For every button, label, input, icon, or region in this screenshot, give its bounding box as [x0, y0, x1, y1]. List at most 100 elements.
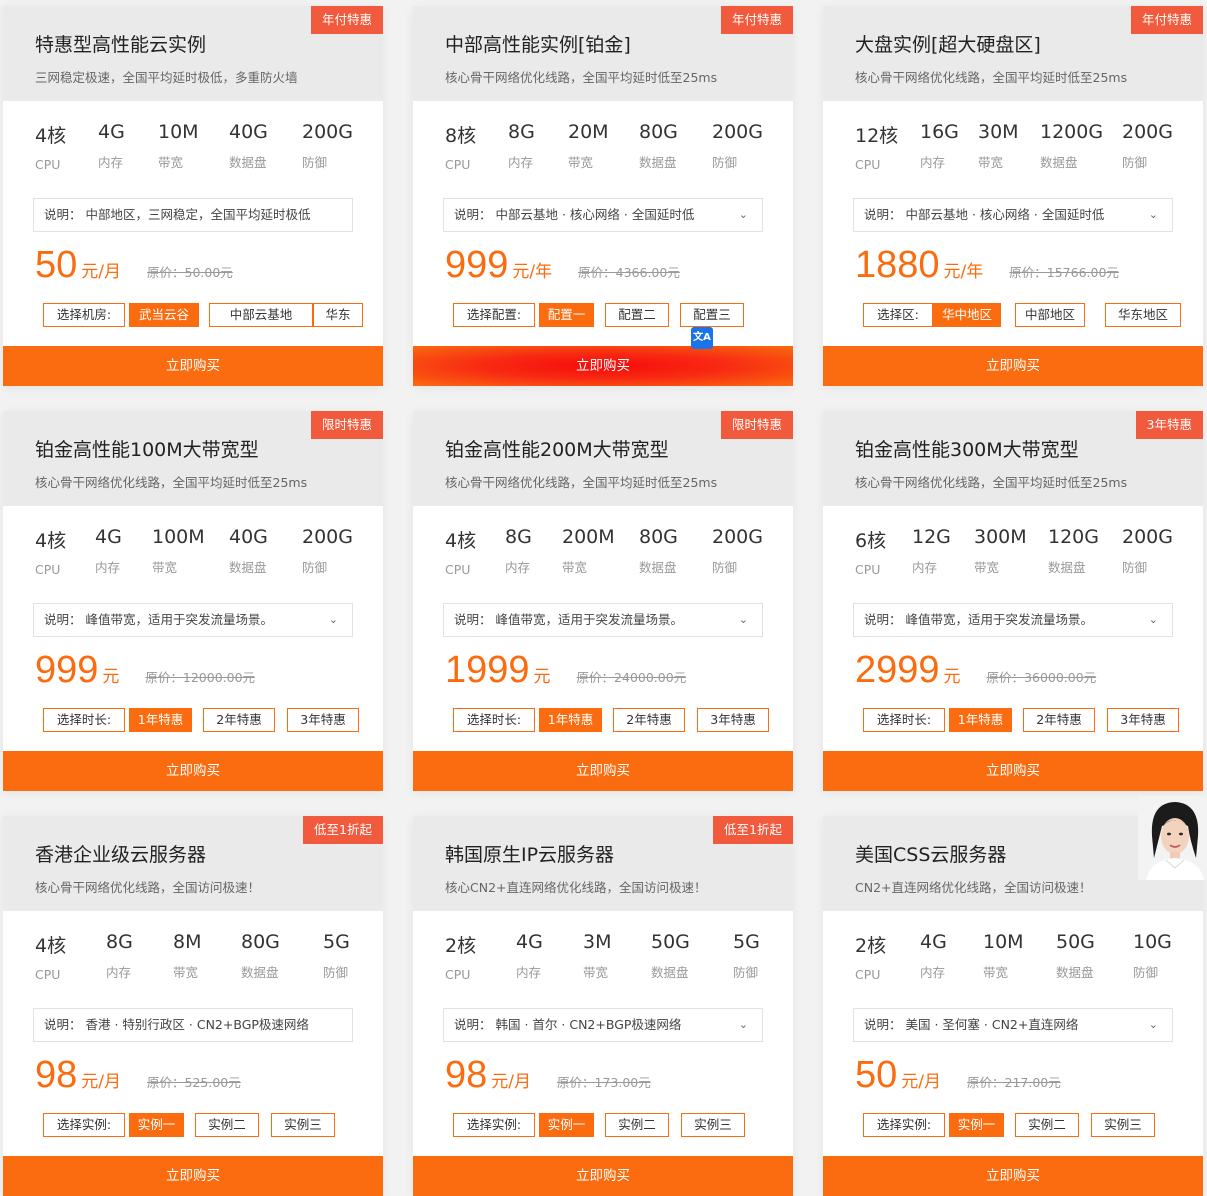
option-button[interactable]: 配置三 [680, 303, 744, 327]
buy-now-button[interactable]: 立即购买 [823, 346, 1203, 386]
description-select[interactable]: 说明： 峰值带宽，适用于突发流量场景。 ⌄ [853, 603, 1173, 637]
spec-label: 内存 [920, 965, 946, 980]
description-text: 中部云基地 · 核心网络 · 全国延时低 [495, 207, 695, 222]
option-button[interactable]: 实例三 [681, 1113, 745, 1137]
option-button[interactable]: 实例三 [271, 1113, 335, 1137]
price-row: 50 元/月 原价：50.00元 [35, 244, 233, 290]
description-text: 香港 · 特别行政区 · CN2+BGP极速网络 [85, 1017, 309, 1032]
spec-row: 4核 CPU 8G 内存 8M 带宽 80G 数据盘 5G 防御 [3, 931, 383, 991]
buy-now-button[interactable]: 立即购买 [3, 751, 383, 791]
card-title: 铂金高性能100M大带宽型 [35, 439, 259, 461]
price-unit: 元/月 [901, 1072, 942, 1092]
product-card: 铂金高性能100M大带宽型 核心骨干网络优化线路，全国平均延时低至25ms 限时… [3, 411, 383, 791]
spec-label: CPU [445, 967, 471, 982]
card-subtitle: 三网稳定极速，全国平均延时极低，多重防火墙 [35, 70, 298, 85]
option-button[interactable]: 武当云谷 [129, 303, 199, 327]
buy-now-button[interactable]: 立即购买 [3, 1156, 383, 1196]
spec-item: 100M 带宽 [152, 526, 205, 576]
spec-value: 12核 [855, 125, 899, 147]
card-subtitle: 核心骨干网络优化线路，全国平均延时低至25ms [855, 475, 1128, 490]
spec-item: 200G 防御 [1122, 526, 1173, 576]
spec-item: 4G 内存 [95, 526, 122, 576]
option-button[interactable]: 实例一 [129, 1113, 184, 1137]
spec-value: 5G [733, 931, 760, 953]
spec-value: 12G [912, 526, 951, 548]
option-button[interactable]: 配置一 [539, 303, 594, 327]
option-button[interactable]: 3年特惠 [1107, 708, 1179, 732]
option-button[interactable]: 实例二 [195, 1113, 259, 1137]
spec-label: CPU [855, 157, 881, 172]
description-text: 美国 · 圣何塞 · CN2+直连网络 [905, 1017, 1079, 1032]
description-select[interactable]: 说明： 峰值带宽，适用于突发流量场景。 ⌄ [33, 603, 353, 637]
price-unit: 元/月 [81, 262, 122, 282]
description-select[interactable]: 说明： 中部地区，三网稳定，全国平均延时极低 [33, 198, 353, 232]
spec-label: 数据盘 [651, 965, 689, 980]
description-select[interactable]: 说明： 香港 · 特别行政区 · CN2+BGP极速网络 [33, 1008, 353, 1042]
spec-value: 40G [229, 121, 268, 143]
spec-label: 防御 [323, 965, 349, 980]
original-price: 原价：12000.00元 [145, 670, 256, 685]
description-text: 峰值带宽，适用于突发流量场景。 [495, 612, 684, 627]
option-button[interactable]: 实例三 [1091, 1113, 1155, 1137]
option-row: 选择实例: 实例一 实例二 实例三 [823, 1113, 1203, 1139]
spec-value: 10M [983, 931, 1024, 953]
spec-item: 4核 CPU [35, 121, 66, 172]
option-button[interactable]: 实例二 [1015, 1113, 1079, 1137]
spec-value: 300M [974, 526, 1027, 548]
spec-value: 10M [158, 121, 199, 143]
option-label: 选择时长: [453, 708, 535, 732]
option-button[interactable]: 华东 [313, 303, 363, 327]
option-button[interactable]: 配置二 [605, 303, 669, 327]
option-button[interactable]: 3年特惠 [287, 708, 359, 732]
option-button[interactable]: 2年特惠 [613, 708, 685, 732]
customer-service-avatar[interactable] [1138, 796, 1207, 880]
description-select[interactable]: 说明： 峰值带宽，适用于突发流量场景。 ⌄ [443, 603, 763, 637]
buy-now-button[interactable]: 立即购买 [3, 346, 383, 386]
description-select[interactable]: 说明： 中部云基地 · 核心网络 · 全国延时低 ⌄ [443, 198, 763, 232]
spec-label: 防御 [1133, 965, 1159, 980]
option-button[interactable]: 华中地区 [933, 303, 1001, 327]
buy-now-button[interactable]: 立即购买 [823, 1156, 1203, 1196]
spec-item: 300M 带宽 [974, 526, 1027, 576]
spec-label: 数据盘 [229, 155, 267, 170]
spec-label: 内存 [505, 560, 531, 575]
card-header: 香港企业级云服务器 核心骨干网络优化线路，全国访问极速！ 低至1折起 [3, 816, 383, 911]
spec-item: 80G 数据盘 [639, 121, 678, 171]
original-price: 原价：4366.00元 [578, 265, 680, 280]
buy-now-button[interactable]: 立即购买 [823, 751, 1203, 791]
description-select[interactable]: 说明： 美国 · 圣何塞 · CN2+直连网络 ⌄ [853, 1008, 1173, 1042]
card-header: 特惠型高性能云实例 三网稳定极速，全国平均延时极低，多重防火墙 年付特惠 [3, 6, 383, 101]
buy-now-button[interactable]: 立即购买 [413, 1156, 793, 1196]
spec-label: 数据盘 [1056, 965, 1094, 980]
option-button[interactable]: 实例二 [605, 1113, 669, 1137]
option-button[interactable]: 1年特惠 [129, 708, 192, 732]
spec-value: 1200G [1040, 121, 1104, 143]
spec-value: 50G [651, 931, 690, 953]
spec-label: 数据盘 [229, 560, 267, 575]
spec-value: 8核 [445, 125, 477, 147]
spec-value: 50G [1056, 931, 1095, 953]
option-button[interactable]: 1年特惠 [949, 708, 1012, 732]
translate-icon[interactable]: 文A [691, 327, 713, 349]
option-row: 选择时长: 1年特惠 2年特惠 3年特惠 [823, 708, 1203, 734]
option-button[interactable]: 中部云基地 [209, 303, 313, 327]
spec-label: 防御 [712, 155, 738, 170]
price-value: 1999 [445, 649, 530, 691]
spec-item: 80G 数据盘 [241, 931, 280, 981]
spec-item: 8M 带宽 [173, 931, 201, 981]
option-label: 选择实例: [43, 1113, 125, 1137]
option-button[interactable]: 实例一 [949, 1113, 1004, 1137]
option-button[interactable]: 华东地区 [1105, 303, 1181, 327]
option-button[interactable]: 1年特惠 [539, 708, 602, 732]
description-select[interactable]: 说明： 中部云基地 · 核心网络 · 全国延时低 ⌄ [853, 198, 1173, 232]
buy-now-button[interactable]: 立即购买 [413, 751, 793, 791]
buy-now-button[interactable]: 立即购买 [413, 346, 793, 386]
option-button[interactable]: 2年特惠 [1023, 708, 1095, 732]
spec-item: 50G 数据盘 [1056, 931, 1095, 981]
description-select[interactable]: 说明： 韩国 · 首尔 · CN2+BGP极速网络 ⌄ [443, 1008, 763, 1042]
option-button[interactable]: 实例一 [539, 1113, 594, 1137]
chevron-down-icon: ⌄ [1148, 208, 1158, 221]
option-button[interactable]: 2年特惠 [203, 708, 275, 732]
option-button[interactable]: 3年特惠 [697, 708, 769, 732]
option-button[interactable]: 中部地区 [1015, 303, 1085, 327]
